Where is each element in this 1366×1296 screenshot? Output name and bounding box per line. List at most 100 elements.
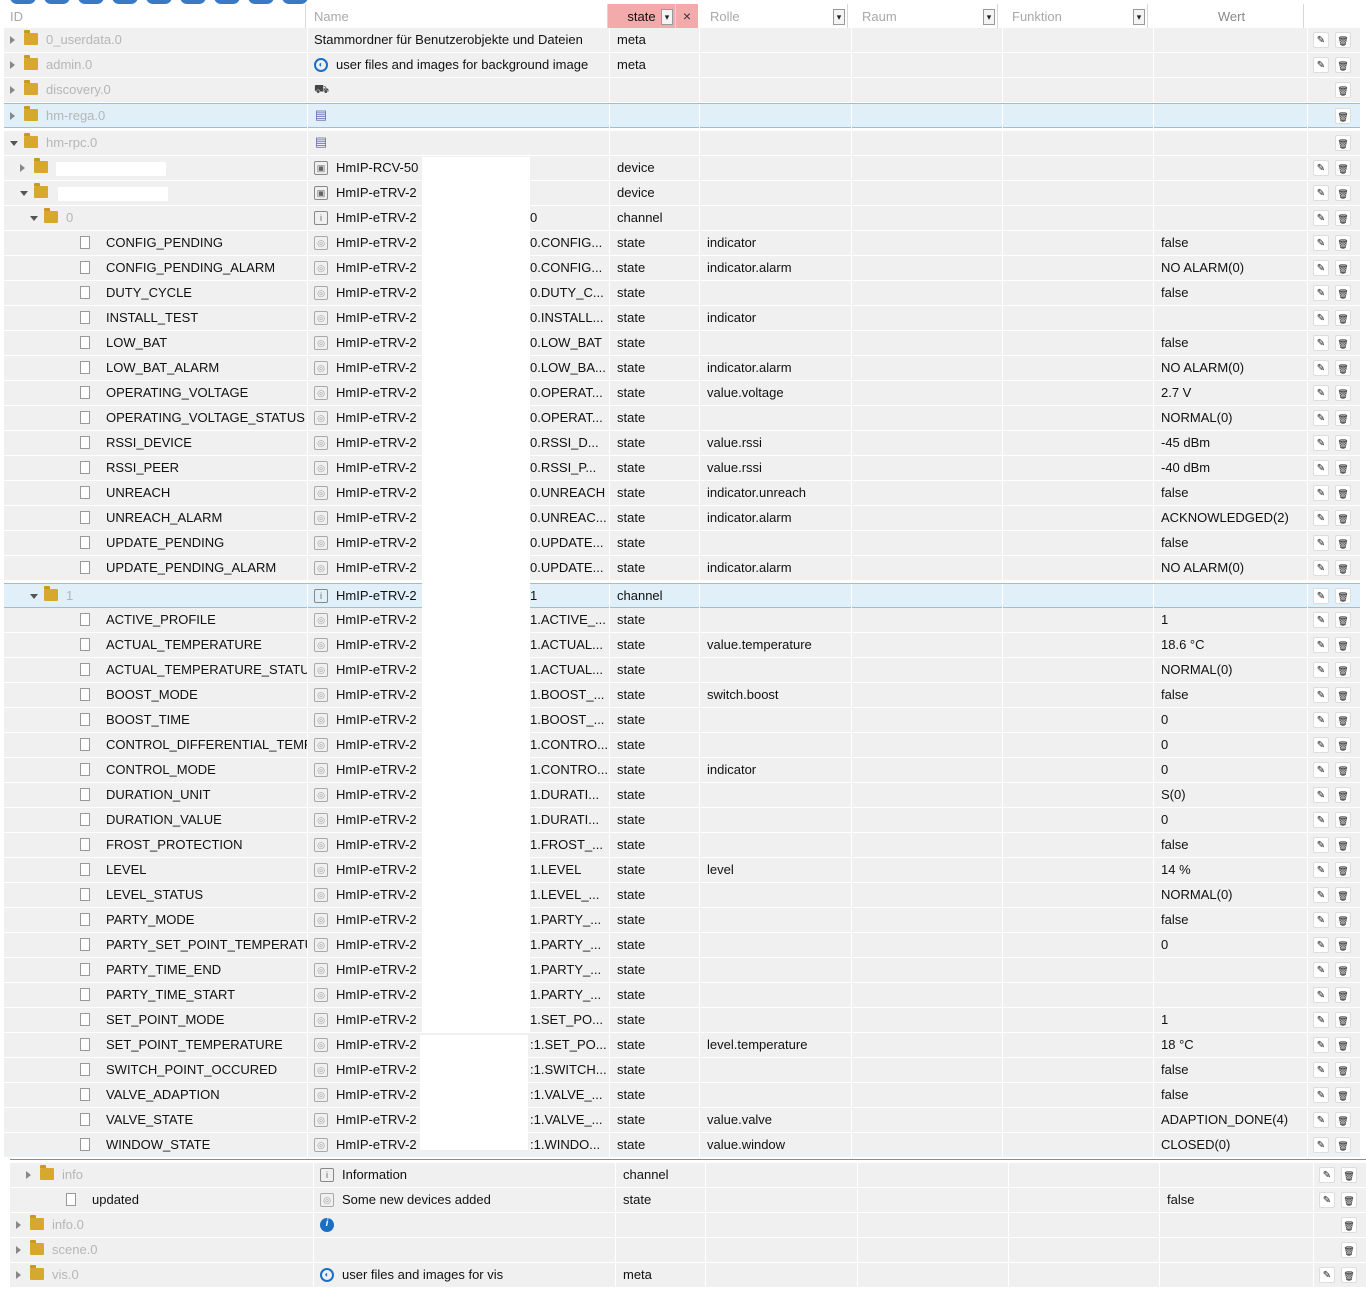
edit-button[interactable]: ✎ — [1313, 1087, 1329, 1103]
table-row[interactable]: WINDOW_STATE ◎ HmIP-eTRV-2:1.WINDO... state… — [4, 1133, 1360, 1158]
table-row[interactable]: UPDATE_PENDING ◎ HmIP-eTRV-2 0.UPDATE... sta… — [4, 531, 1360, 556]
edit-button[interactable]: ✎ — [1313, 1112, 1329, 1128]
edit-button[interactable]: ✎ — [1313, 560, 1329, 576]
edit-button[interactable]: ✎ — [1319, 1192, 1335, 1208]
delete-button[interactable]: 🗑 — [1335, 310, 1351, 326]
role-filter-select[interactable]: Rolle ▾ — [704, 4, 848, 30]
expand-toggle-icon[interactable] — [16, 1246, 21, 1254]
delete-button[interactable]: 🗑 — [1335, 160, 1351, 176]
delete-button[interactable]: 🗑 — [1335, 185, 1351, 201]
delete-button[interactable]: 🗑 — [1335, 485, 1351, 501]
delete-button[interactable]: 🗑 — [1335, 535, 1351, 551]
tree-folder-row[interactable]: discovery.0 ⛟ 🗑 — [4, 78, 1360, 103]
delete-button[interactable]: 🗑 — [1335, 82, 1351, 98]
edit-button[interactable]: ✎ — [1313, 32, 1329, 48]
chevron-down-icon[interactable]: ▾ — [833, 9, 845, 25]
delete-button[interactable]: 🗑 — [1335, 637, 1351, 653]
edit-button[interactable]: ✎ — [1313, 812, 1329, 828]
delete-button[interactable]: 🗑 — [1335, 1137, 1351, 1153]
delete-button[interactable]: 🗑 — [1335, 987, 1351, 1003]
collapse-toggle-icon[interactable] — [30, 216, 38, 221]
table-row[interactable]: PARTY_TIME_END ◎ HmIP-eTRV-2 1.PARTY_... sta… — [4, 958, 1360, 983]
table-row[interactable]: UNREACH_ALARM ◎ HmIP-eTRV-2 0.UNREAC... stat… — [4, 506, 1360, 531]
clear-filter-button[interactable]: × — [676, 4, 698, 30]
expand-toggle-icon[interactable] — [16, 1271, 21, 1279]
type-filter-select[interactable]: state ▾ — [608, 4, 676, 30]
delete-button[interactable]: 🗑 — [1335, 912, 1351, 928]
edit-button[interactable]: ✎ — [1313, 235, 1329, 251]
id-filter-input[interactable]: ID — [4, 4, 306, 30]
edit-button[interactable]: ✎ — [1313, 485, 1329, 501]
tree-folder-row[interactable]: hm-rpc.0 ▤ 🗑 — [4, 131, 1360, 156]
table-row[interactable]: LEVEL ◎ HmIP-eTRV-2 1.LEVEL state level 14 % ✎ 🗑 — [4, 858, 1360, 883]
delete-button[interactable]: 🗑 — [1335, 560, 1351, 576]
delete-button[interactable]: 🗑 — [1335, 687, 1351, 703]
edit-button[interactable]: ✎ — [1313, 787, 1329, 803]
tree-folder-row[interactable]: 1 i HmIP-eTRV-2 1 channel ✎ 🗑 — [4, 583, 1360, 608]
tree-folder-row[interactable]: vis.0 ◐ user files and images for vis meta ✎… — [10, 1263, 1366, 1288]
table-row[interactable]: SWITCH_POINT_OCCURED ◎ HmIP-eTRV-2:1.SWITC… — [4, 1058, 1360, 1083]
edit-button[interactable]: ✎ — [1313, 937, 1329, 953]
table-row[interactable]: CONTROL_MODE ◎ HmIP-eTRV-2 1.CONTRO... state… — [4, 758, 1360, 783]
table-row[interactable]: OPERATING_VOLTAGE_STATUS ◎ HmIP-eTRV-2 0.OP… — [4, 406, 1360, 431]
room-filter-select[interactable]: Raum ▾ — [856, 4, 998, 30]
table-row[interactable]: SET_POINT_MODE ◎ HmIP-eTRV-2 1.SET_PO... sta… — [4, 1008, 1360, 1033]
edit-button[interactable]: ✎ — [1313, 410, 1329, 426]
table-row[interactable]: VALVE_STATE ◎ HmIP-eTRV-2:1.VALVE_... state… — [4, 1108, 1360, 1133]
collapse-toggle-icon[interactable] — [20, 191, 28, 196]
delete-button[interactable]: 🗑 — [1335, 260, 1351, 276]
expand-toggle-icon[interactable] — [10, 61, 15, 69]
edit-button[interactable]: ✎ — [1313, 887, 1329, 903]
delete-button[interactable]: 🗑 — [1335, 460, 1351, 476]
table-row[interactable]: CONTROL_DIFFERENTIAL_TEMPERA ◎ HmIP-eTRV-2… — [4, 733, 1360, 758]
delete-button[interactable]: 🗑 — [1335, 435, 1351, 451]
delete-button[interactable]: 🗑 — [1335, 108, 1351, 124]
edit-button[interactable]: ✎ — [1313, 285, 1329, 301]
delete-button[interactable]: 🗑 — [1335, 360, 1351, 376]
edit-button[interactable]: ✎ — [1313, 987, 1329, 1003]
edit-button[interactable]: ✎ — [1313, 210, 1329, 226]
table-row[interactable]: ACTUAL_TEMPERATURE ◎ HmIP-eTRV-2 1.ACTUAL..… — [4, 633, 1360, 658]
table-row[interactable]: PARTY_SET_POINT_TEMPERATURE ◎ HmIP-eTRV-2 1… — [4, 933, 1360, 958]
delete-button[interactable]: 🗑 — [1335, 57, 1351, 73]
edit-button[interactable]: ✎ — [1313, 435, 1329, 451]
delete-button[interactable]: 🗑 — [1335, 787, 1351, 803]
edit-button[interactable]: ✎ — [1313, 460, 1329, 476]
delete-button[interactable]: 🗑 — [1335, 887, 1351, 903]
edit-button[interactable]: ✎ — [1313, 712, 1329, 728]
table-row[interactable]: SET_POINT_TEMPERATURE ◎ HmIP-eTRV-2:1.SET_… — [4, 1033, 1360, 1058]
delete-button[interactable]: 🗑 — [1335, 712, 1351, 728]
chevron-down-icon[interactable]: ▾ — [661, 9, 673, 25]
edit-button[interactable]: ✎ — [1313, 510, 1329, 526]
name-filter-input[interactable]: Name — [308, 4, 608, 30]
table-row[interactable]: VALVE_ADAPTION ◎ HmIP-eTRV-2:1.VALVE_... st… — [4, 1083, 1360, 1108]
delete-button[interactable]: 🗑 — [1335, 737, 1351, 753]
table-row[interactable]: INSTALL_TEST ◎ HmIP-eTRV-2 0.INSTALL... stat… — [4, 306, 1360, 331]
edit-button[interactable]: ✎ — [1313, 160, 1329, 176]
table-row[interactable]: LOW_BAT ◎ HmIP-eTRV-2 0.LOW_BAT state false ✎ 🗑 — [4, 331, 1360, 356]
delete-button[interactable]: 🗑 — [1335, 1037, 1351, 1053]
tree-folder-row[interactable]: info.0 i 🗑 — [10, 1213, 1366, 1238]
collapse-toggle-icon[interactable] — [10, 141, 18, 146]
delete-button[interactable]: 🗑 — [1335, 235, 1351, 251]
table-row[interactable]: ACTIVE_PROFILE ◎ HmIP-eTRV-2 1.ACTIVE_... st… — [4, 608, 1360, 633]
tree-folder-row[interactable]: ▣ HmIP-RCV-50 device ✎ 🗑 — [4, 156, 1360, 181]
tree-folder-row[interactable]: scene.0 🗑 — [10, 1238, 1366, 1263]
edit-button[interactable]: ✎ — [1313, 260, 1329, 276]
tree-folder-row[interactable]: 0_userdata.0 Stammordner für Benutzerobje… — [4, 28, 1360, 53]
edit-button[interactable]: ✎ — [1313, 1037, 1329, 1053]
edit-button[interactable]: ✎ — [1313, 912, 1329, 928]
tree-folder-row[interactable]: hm-rega.0 ▤ 🗑 — [4, 103, 1360, 128]
table-row[interactable]: BOOST_TIME ◎ HmIP-eTRV-2 1.BOOST_... state 0 ✎… — [4, 708, 1360, 733]
delete-button[interactable]: 🗑 — [1335, 612, 1351, 628]
delete-button[interactable]: 🗑 — [1335, 285, 1351, 301]
table-row[interactable]: UPDATE_PENDING_ALARM ◎ HmIP-eTRV-2 0.UPDATE… — [4, 556, 1360, 581]
delete-button[interactable]: 🗑 — [1335, 1062, 1351, 1078]
delete-button[interactable]: 🗑 — [1335, 410, 1351, 426]
delete-button[interactable]: 🗑 — [1335, 335, 1351, 351]
chevron-down-icon[interactable]: ▾ — [1133, 9, 1145, 25]
edit-button[interactable]: ✎ — [1313, 1062, 1329, 1078]
edit-button[interactable]: ✎ — [1319, 1167, 1335, 1183]
delete-button[interactable]: 🗑 — [1335, 1012, 1351, 1028]
edit-button[interactable]: ✎ — [1313, 1137, 1329, 1153]
